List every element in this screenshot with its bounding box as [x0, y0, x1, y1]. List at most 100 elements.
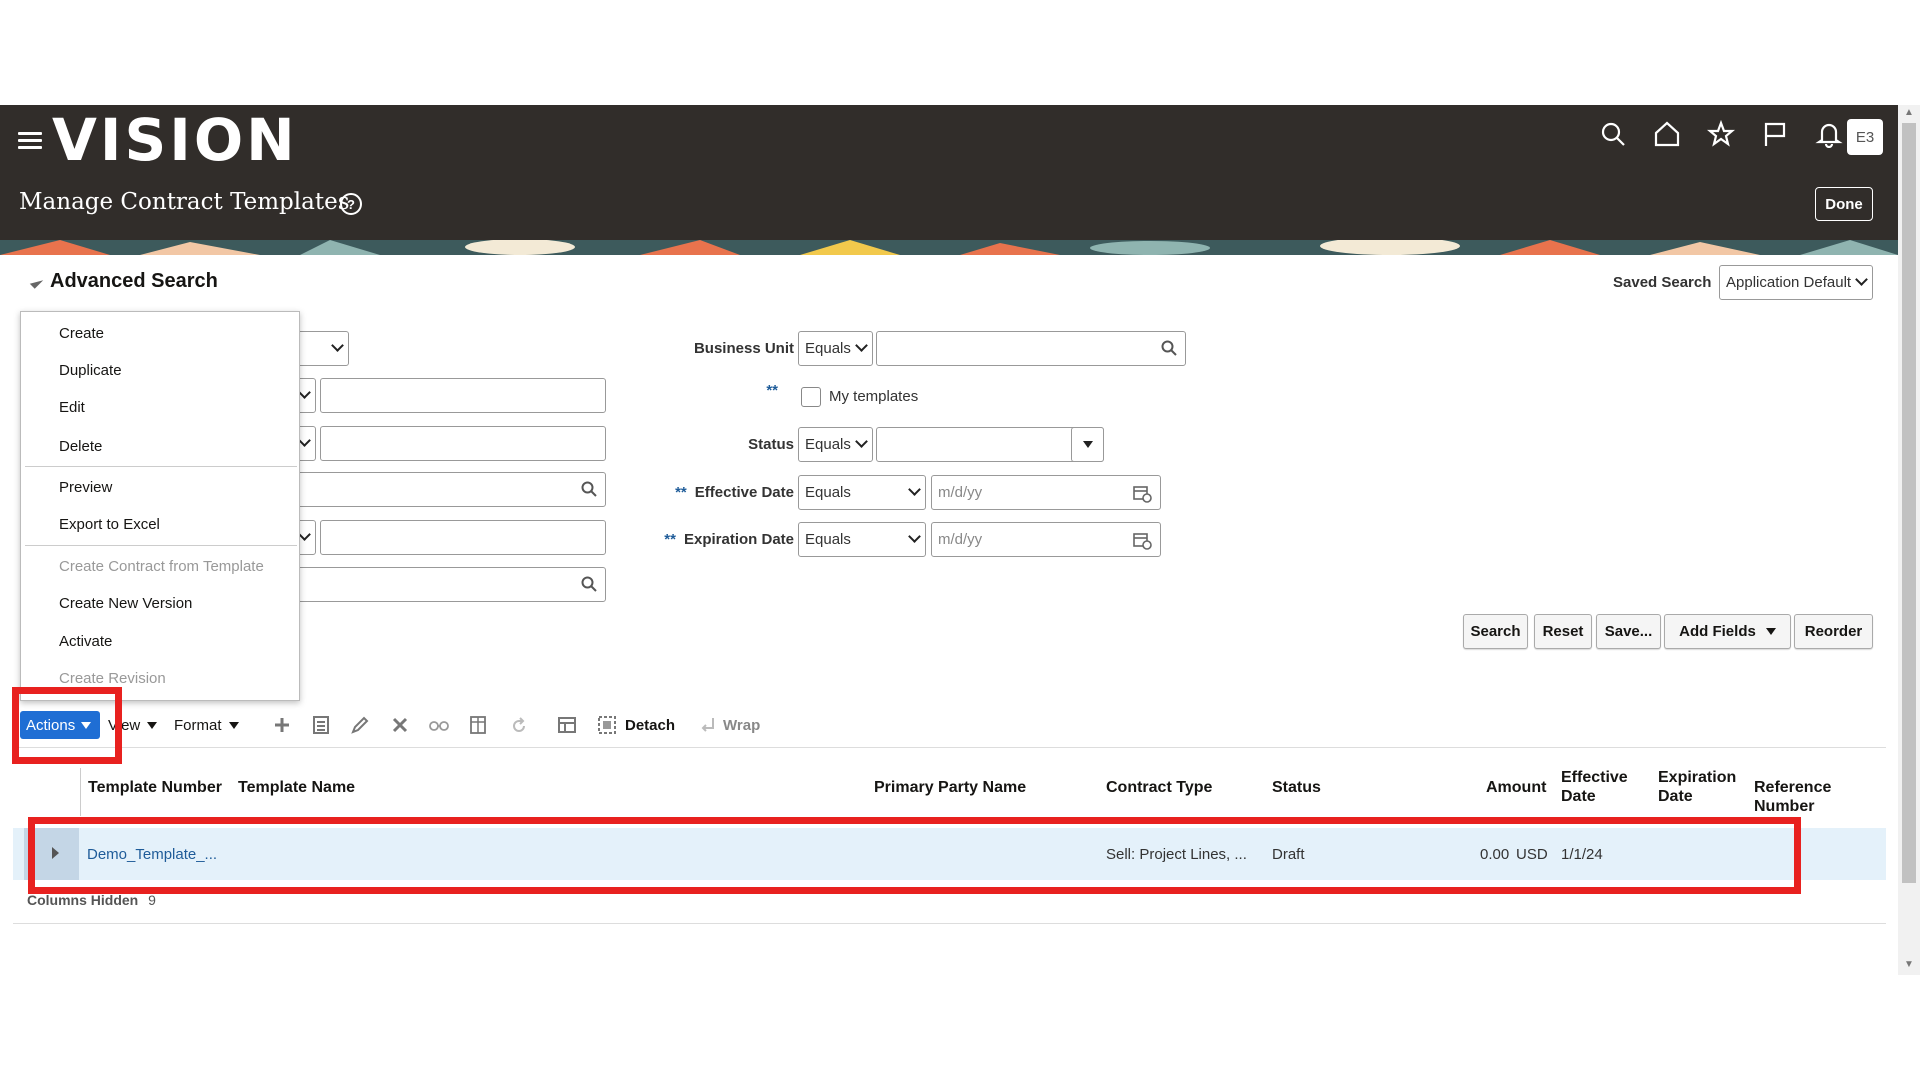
columns-hidden-count: 9 [148, 892, 156, 908]
saved-search-label: Saved Search [1613, 274, 1712, 291]
column-header-primary-party-name[interactable]: Primary Party Name [874, 778, 1026, 797]
menu-item-edit[interactable]: Edit [59, 399, 85, 416]
menu-item-duplicate[interactable]: Duplicate [59, 362, 122, 379]
view-menu[interactable]: View [108, 717, 158, 734]
columns-hidden-status: Columns Hidden 9 [27, 892, 156, 908]
table-top-border [13, 747, 1886, 748]
status-operator[interactable]: Equals [798, 427, 873, 462]
format-label: Format [174, 717, 222, 734]
freeze-icon[interactable] [556, 714, 578, 736]
left-field-3-input[interactable] [320, 426, 606, 461]
flag-icon[interactable] [1759, 118, 1791, 150]
format-menu[interactable]: Format [174, 717, 239, 734]
table-row[interactable] [13, 828, 1886, 880]
header-line: Expiration [1658, 769, 1737, 786]
actions-button[interactable]: Actions [20, 711, 100, 739]
scroll-thumb[interactable] [1902, 123, 1916, 883]
header-line: Date [1561, 788, 1596, 805]
calendar-icon[interactable] [1132, 483, 1152, 503]
menu-item-create-new-version[interactable]: Create New Version [59, 595, 192, 612]
menu-item-preview[interactable]: Preview [59, 479, 112, 496]
scroll-down-arrow[interactable]: ▼ [1902, 959, 1916, 973]
column-header-template-number[interactable]: Template Number [88, 778, 222, 797]
hamburger-menu-icon[interactable] [18, 128, 42, 152]
view-label: View [108, 717, 141, 734]
search-icon[interactable] [581, 576, 597, 592]
my-templates-stars: ** [760, 382, 786, 399]
status-select[interactable] [876, 427, 1104, 462]
saved-search-select[interactable]: Application Default [1719, 265, 1873, 300]
effective-date-label-text: Effective Date [694, 484, 794, 501]
table-bottom-border [13, 923, 1886, 924]
cell-contract-type: Sell: Project Lines, ... [1106, 846, 1247, 863]
wrap-label[interactable]: Wrap [723, 717, 760, 734]
home-icon[interactable] [1651, 118, 1683, 150]
my-templates-label: My templates [829, 388, 919, 405]
menu-item-create[interactable]: Create [59, 325, 104, 342]
menu-item-export-to-excel[interactable]: Export to Excel [59, 516, 160, 533]
business-unit-operator[interactable]: Equals [798, 331, 873, 366]
dropdown-caret-icon [228, 722, 239, 729]
status-dropdown-button[interactable] [1071, 427, 1104, 462]
expiration-date-operator[interactable]: Equals [798, 522, 926, 557]
search-icon[interactable] [581, 481, 597, 497]
effective-date-input[interactable]: m/d/yy [931, 475, 1161, 510]
my-templates-checkbox[interactable] [801, 387, 821, 407]
preview-glasses-icon[interactable] [428, 714, 450, 736]
export-excel-icon[interactable] [468, 714, 490, 736]
menu-item-create-revision: Create Revision [59, 670, 166, 687]
dropdown-caret-icon [81, 721, 92, 729]
search-button[interactable]: Search [1463, 614, 1528, 649]
reset-button[interactable]: Reset [1534, 614, 1592, 649]
help-icon[interactable]: ? [340, 193, 362, 215]
column-header-reference-number[interactable]: Reference Number [1754, 778, 1831, 816]
detach-label[interactable]: Detach [625, 717, 675, 734]
column-header-contract-type[interactable]: Contract Type [1106, 778, 1212, 797]
advanced-search-header[interactable]: Advanced Search [29, 270, 218, 293]
delete-x-icon[interactable] [389, 714, 411, 736]
chevron-down-icon [298, 528, 311, 541]
column-header-expiration-date[interactable]: Expiration Date [1658, 768, 1736, 806]
column-header-template-name[interactable]: Template Name [238, 778, 355, 797]
effective-date-operator[interactable]: Equals [798, 475, 926, 510]
search-icon[interactable] [1597, 118, 1629, 150]
reorder-button[interactable]: Reorder [1794, 614, 1873, 649]
column-header-status[interactable]: Status [1272, 778, 1321, 797]
collapse-triangle-icon[interactable] [29, 274, 44, 289]
cell-template-number[interactable]: Demo_Template_... [87, 846, 217, 863]
left-field-5-input[interactable] [320, 520, 606, 555]
calendar-icon[interactable] [1132, 530, 1152, 550]
actions-menu: Create Duplicate Edit Delete Preview Exp… [20, 311, 300, 701]
effective-date-label: ** Effective Date [640, 484, 794, 501]
left-field-2-input[interactable] [320, 378, 606, 413]
columns-hidden-label: Columns Hidden [27, 892, 139, 908]
vision-logo[interactable]: VISION [52, 108, 298, 172]
menu-item-delete[interactable]: Delete [59, 438, 102, 455]
save-button[interactable]: Save... [1596, 614, 1661, 649]
expiration-date-input[interactable]: m/d/yy [931, 522, 1161, 557]
edit-pencil-icon[interactable] [349, 714, 371, 736]
detach-icon[interactable] [596, 714, 618, 736]
menu-item-activate[interactable]: Activate [59, 633, 112, 650]
user-avatar[interactable]: E3 [1847, 119, 1883, 155]
expand-arrow-icon[interactable] [52, 847, 59, 859]
add-icon[interactable] [271, 714, 293, 736]
search-icon[interactable] [1161, 340, 1177, 356]
wrap-icon[interactable] [697, 714, 719, 736]
business-unit-label: Business Unit [693, 340, 794, 357]
vertical-scrollbar[interactable]: ▲ ▼ [1898, 105, 1920, 975]
header-line: Number [1754, 798, 1815, 815]
done-button[interactable]: Done [1815, 187, 1873, 221]
expiration-date-label-text: Expiration Date [683, 531, 794, 548]
chevron-down-icon [1855, 273, 1868, 286]
column-header-amount[interactable]: Amount [1486, 778, 1546, 797]
refresh-icon[interactable] [508, 714, 530, 736]
scroll-up-arrow[interactable]: ▲ [1902, 107, 1916, 121]
business-unit-input[interactable] [876, 331, 1186, 366]
add-fields-button[interactable]: Add Fields [1664, 614, 1791, 649]
star-icon[interactable] [1705, 118, 1737, 150]
bell-icon[interactable] [1813, 118, 1845, 150]
column-header-effective-date[interactable]: Effective Date [1561, 768, 1628, 806]
expiration-date-operator-value: Equals [805, 531, 851, 548]
duplicate-icon[interactable] [310, 714, 332, 736]
